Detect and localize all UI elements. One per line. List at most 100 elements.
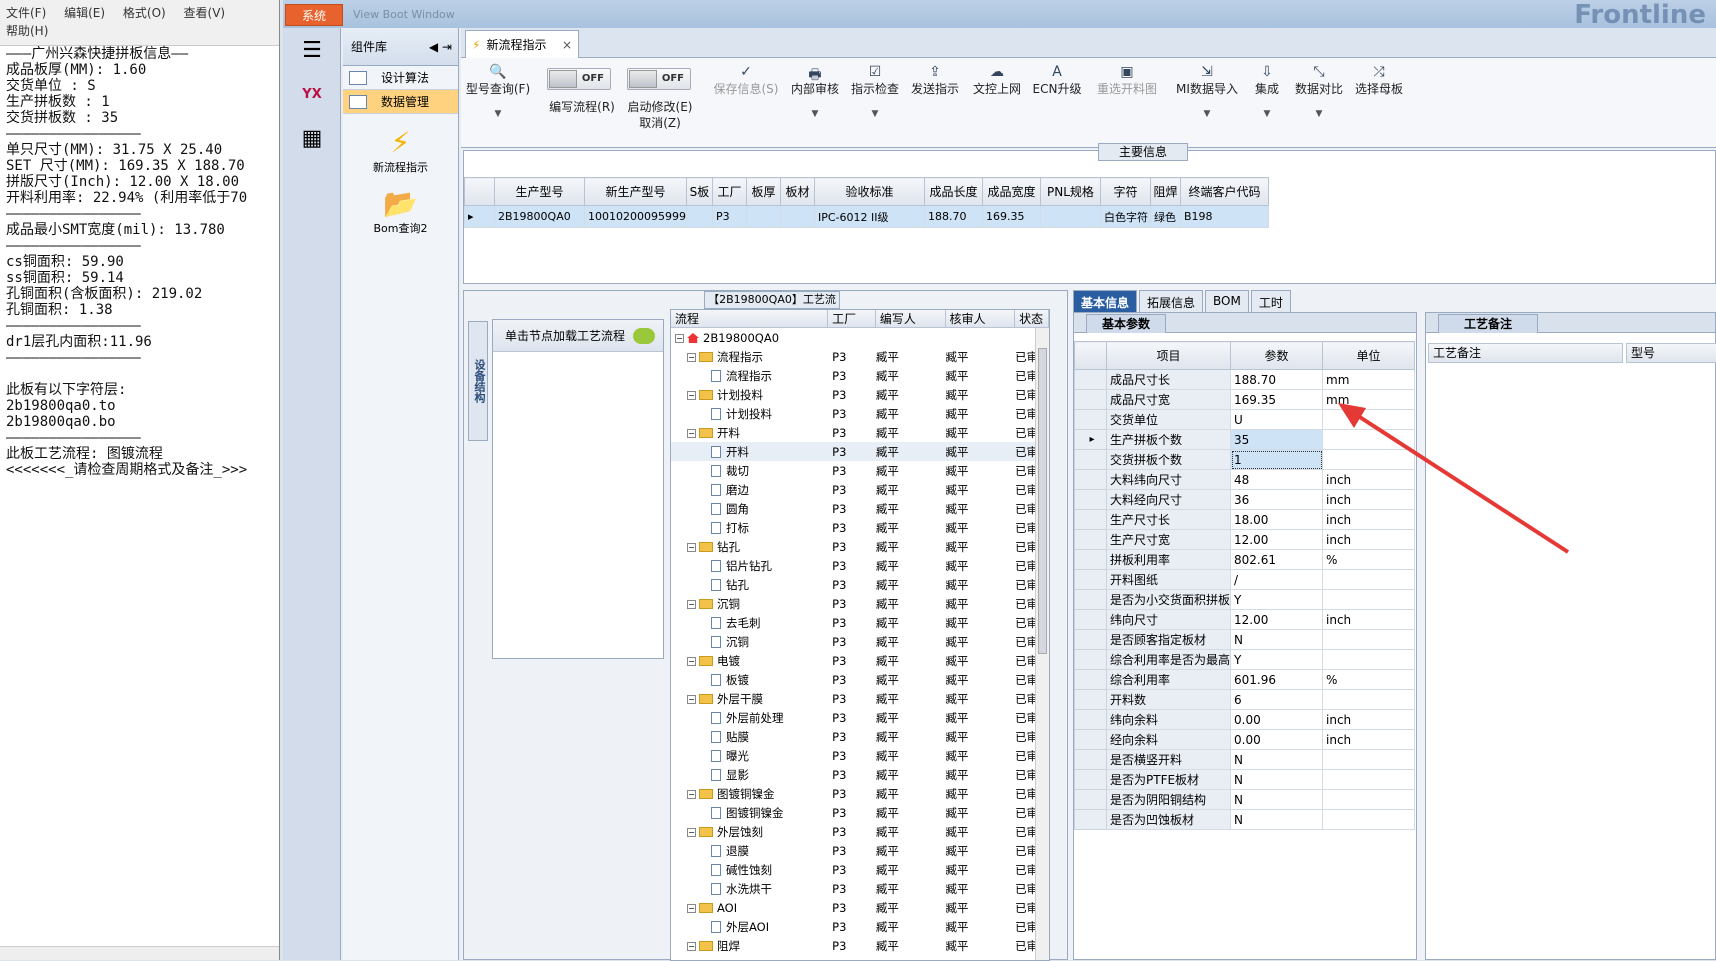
tree-node[interactable]: − 电镀 P3 臧平 臧平 已审核 — [671, 651, 1049, 670]
table-row[interactable]: 综合利用率是否为最高 Y — [1074, 649, 1416, 670]
tree-node[interactable]: − 流程指示 P3 臧平 臧平 已审核 — [671, 347, 1049, 366]
collapse-toggle-icon[interactable]: − — [687, 428, 696, 438]
collapse-toggle-icon[interactable]: − — [675, 333, 684, 343]
tree-node[interactable]: 铝片钻孔 P3 臧平 臧平 已审核 — [671, 556, 1049, 575]
table-cell[interactable] — [1039, 205, 1101, 228]
model-col-header[interactable]: 型号 — [1626, 343, 1716, 363]
col-header[interactable]: 成品长度 — [923, 177, 983, 206]
menu-view[interactable]: 查看(V) — [184, 6, 226, 20]
chevron-down-icon[interactable]: ▼ — [1291, 109, 1347, 119]
params-subtab[interactable]: 基本参数 — [1086, 314, 1166, 333]
col-header[interactable]: 板厚 — [745, 177, 781, 206]
param-value-cell[interactable]: 1 — [1230, 449, 1324, 470]
row-selector-icon[interactable]: ▸ — [464, 205, 495, 228]
tree-node[interactable]: 圆角 P3 臧平 臧平 已审核 — [671, 499, 1049, 518]
notepad-horizontal-scrollbar[interactable] — [0, 946, 279, 960]
collapse-toggle-icon[interactable]: − — [687, 903, 696, 913]
collapse-toggle-icon[interactable]: − — [687, 390, 696, 400]
col-header[interactable]: S板 — [685, 177, 713, 206]
tree-node[interactable]: 计划投料 P3 臧平 臧平 已审核 — [671, 404, 1049, 423]
tree-node[interactable]: 裁切 P3 臧平 臧平 已审核 — [671, 461, 1049, 480]
internal-review-button[interactable]: 🖶 内部审核 ▼ — [787, 64, 843, 119]
tree-node[interactable]: 打标 P3 臧平 臧平 已审核 — [671, 518, 1049, 537]
row-header[interactable] — [1074, 649, 1107, 670]
model-query-button[interactable]: 🔍 型号查询(F) ▼ — [465, 64, 531, 119]
col-header[interactable]: 验收标准 — [813, 177, 925, 206]
table-row[interactable]: 生产尺寸宽 12.00 inch — [1074, 529, 1416, 550]
complib-item-data-management[interactable]: 数据管理 — [343, 90, 458, 114]
col-header[interactable]: 生产型号 — [494, 177, 585, 206]
table-row[interactable]: 生产尺寸长 18.00 inch — [1074, 509, 1416, 530]
tree-node[interactable]: 钻孔 P3 臧平 臧平 已审核 — [671, 575, 1049, 594]
row-header[interactable] — [1074, 409, 1107, 430]
chevron-down-icon[interactable]: ▼ — [847, 109, 903, 119]
tree-node[interactable]: 碱性蚀刻 P3 臧平 臧平 已审核 — [671, 860, 1049, 879]
table-row[interactable]: 开料数 6 — [1074, 689, 1416, 710]
new-flow-indicator-launcher[interactable]: ⚡ 新流程指示 — [343, 126, 458, 175]
table-row[interactable]: 是否为PTFE板材 N — [1074, 769, 1416, 790]
tree-node[interactable]: 开料 P3 臧平 臧平 已审核 — [671, 442, 1049, 461]
col-header-reviewer[interactable]: 核审人 — [946, 310, 1016, 327]
edit-flow-toggle[interactable]: OFF — [547, 68, 611, 90]
param-value-cell[interactable]: 36 — [1230, 489, 1324, 510]
doc-upload-button[interactable]: ☁ 文控上网 — [969, 64, 1025, 97]
param-value-cell[interactable]: 0.00 — [1230, 709, 1324, 730]
notes-subtab[interactable]: 工艺备注 — [1438, 314, 1538, 333]
bom-query-launcher[interactable]: 📂 Bom查询2 — [343, 187, 458, 236]
row-header[interactable] — [1074, 609, 1107, 630]
col-header-status[interactable]: 状态 — [1015, 310, 1049, 327]
param-value-cell[interactable]: 12.00 — [1230, 609, 1324, 630]
system-button[interactable]: 系统 — [285, 4, 343, 26]
row-header[interactable] — [1074, 629, 1107, 650]
tree-node[interactable]: 曝光 P3 臧平 臧平 已审核 — [671, 746, 1049, 765]
cancel-button[interactable]: 取消(Z) — [615, 114, 705, 131]
row-header[interactable] — [1074, 789, 1107, 810]
table-row[interactable]: 交货单位 U — [1074, 409, 1416, 430]
tree-node[interactable]: 贴膜 P3 臧平 臧平 已审核 — [671, 727, 1049, 746]
data-compare-button[interactable]: ⤡ 数据对比 ▼ — [1291, 64, 1347, 119]
tree-node[interactable]: 显影 P3 臧平 臧平 已审核 — [671, 765, 1049, 784]
scroll-thumb[interactable] — [1038, 348, 1047, 654]
row-header[interactable] — [1074, 469, 1107, 490]
tab-work-hours[interactable]: 工时 — [1250, 290, 1291, 312]
chevron-down-icon[interactable]: ▼ — [1247, 109, 1287, 119]
table-row[interactable]: 大料经向尺寸 36 inch — [1074, 489, 1416, 510]
send-indicator-button[interactable]: ⇪ 发送指示 — [907, 64, 963, 97]
table-row[interactable]: ▸ 生产拼板个数 35 — [1074, 429, 1416, 450]
param-value-cell[interactable]: 48 — [1230, 469, 1324, 490]
table-cell[interactable]: 白色字符 — [1099, 205, 1151, 228]
param-value-cell[interactable]: N — [1230, 809, 1324, 830]
collapse-toggle-icon[interactable]: − — [687, 789, 696, 799]
row-header[interactable] — [1074, 809, 1107, 830]
row-header[interactable] — [1074, 569, 1107, 590]
tab-new-flow-indicator[interactable]: ⚡ 新流程指示 × — [465, 30, 579, 58]
menu-help[interactable]: 帮助(H) — [6, 24, 48, 38]
table-row[interactable]: 开料图纸 / — [1074, 569, 1416, 590]
integrate-button[interactable]: ⇩ 集成 ▼ — [1247, 64, 1287, 119]
collapse-toggle-icon[interactable]: − — [687, 694, 696, 704]
param-value-cell[interactable]: / — [1230, 569, 1324, 590]
table-cell[interactable] — [745, 205, 781, 228]
table-cell[interactable]: P3 — [711, 205, 747, 228]
row-header[interactable] — [1074, 509, 1107, 530]
collapse-toggle-icon[interactable]: − — [687, 542, 696, 552]
col-header[interactable]: 新生产型号 — [584, 177, 687, 206]
tree-node[interactable]: 磨边 P3 臧平 臧平 已审核 — [671, 480, 1049, 499]
table-row[interactable]: 交货拼板个数 1 — [1074, 449, 1416, 470]
table-row[interactable]: 成品尺寸宽 169.35 mm — [1074, 389, 1416, 410]
reselect-drawing-button[interactable]: ▣ 重选开料图 — [1087, 64, 1167, 97]
row-header[interactable] — [1074, 529, 1107, 550]
row-header[interactable] — [1074, 489, 1107, 510]
row-header[interactable] — [1074, 749, 1107, 770]
complib-item-design-algo[interactable]: 设计算法 — [343, 66, 458, 90]
table-cell[interactable]: 188.70 — [923, 205, 983, 228]
table-cell[interactable]: 169.35 — [981, 205, 1041, 228]
col-header[interactable]: 阻焊 — [1149, 177, 1181, 206]
col-header[interactable]: 字符 — [1099, 177, 1151, 206]
param-value-cell[interactable]: Y — [1230, 589, 1324, 610]
load-hint-header[interactable]: 单击节点加载工艺流程 — [493, 320, 663, 352]
col-header[interactable]: PNL规格 — [1039, 177, 1101, 206]
tree-node[interactable]: − 图镀铜镍金 P3 臧平 臧平 已审核 — [671, 784, 1049, 803]
tree-node[interactable]: 去毛刺 P3 臧平 臧平 已审核 — [671, 613, 1049, 632]
collapse-toggle-icon[interactable]: − — [687, 656, 696, 666]
